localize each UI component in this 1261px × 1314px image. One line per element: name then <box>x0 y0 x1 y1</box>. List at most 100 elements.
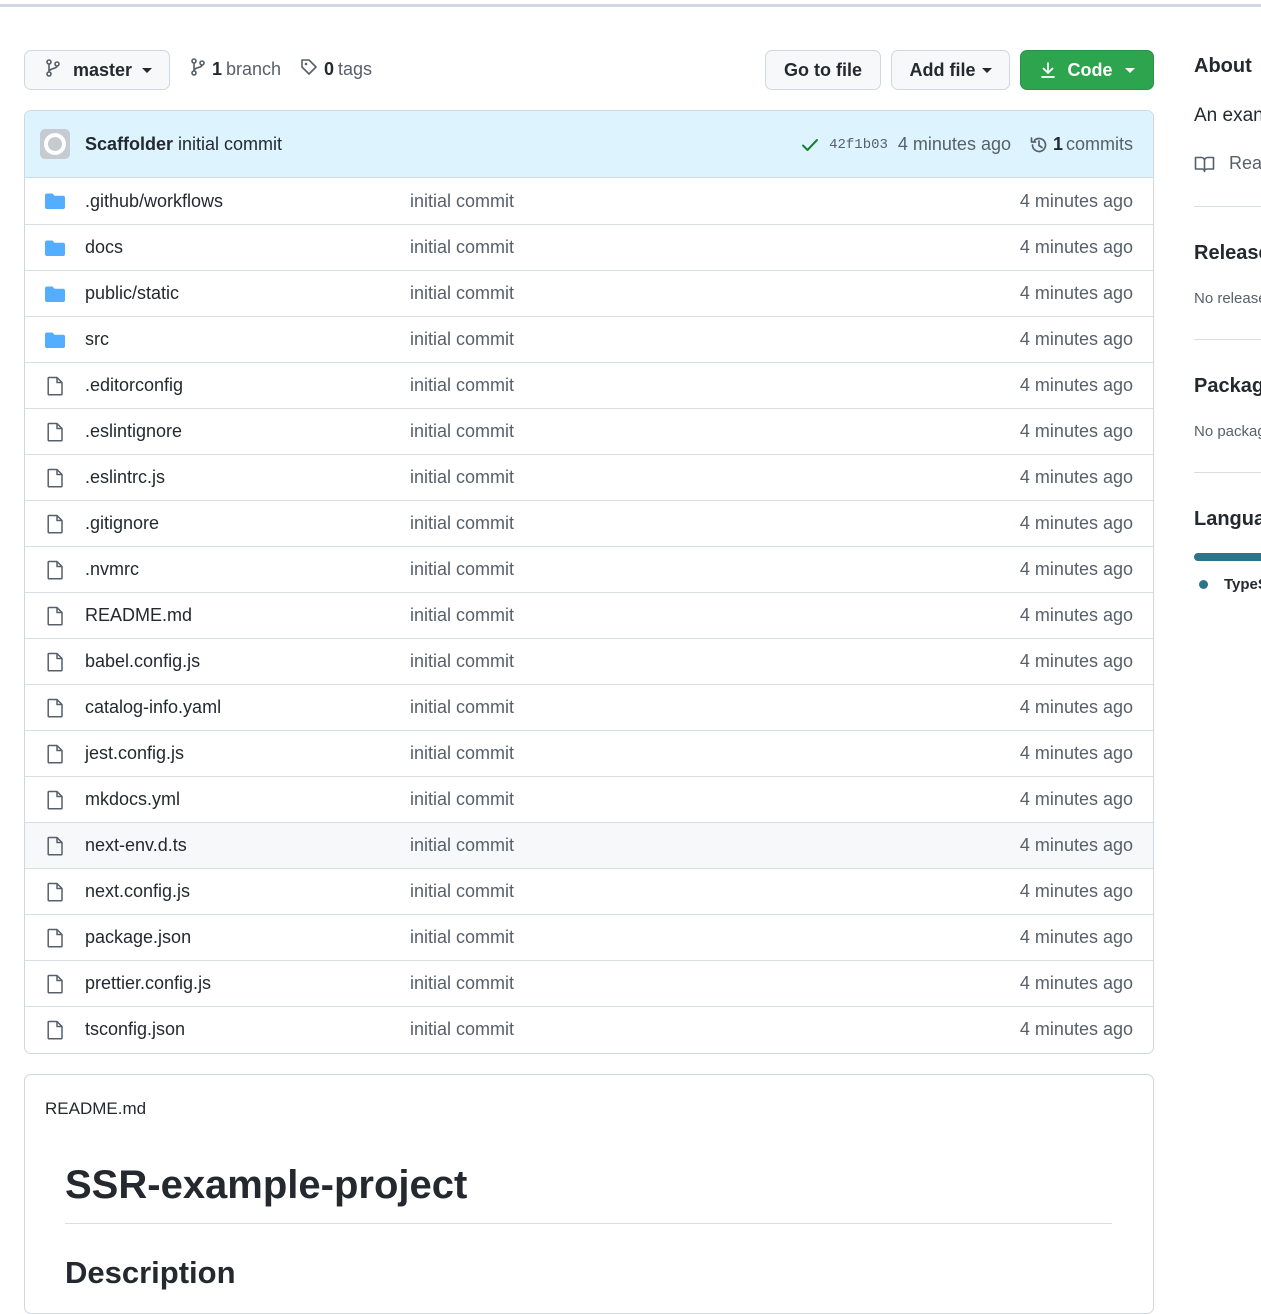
download-icon <box>1040 61 1056 79</box>
file-commit-message[interactable]: initial commit <box>410 559 514 580</box>
file-name[interactable]: public/static <box>85 283 179 304</box>
file-commit-message[interactable]: initial commit <box>410 329 514 350</box>
file-age: 4 minutes ago <box>1019 190 1133 211</box>
commit-message[interactable]: initial commit <box>178 134 282 155</box>
language-name[interactable]: TypeS <box>1224 576 1261 593</box>
file-name[interactable]: .editorconfig <box>85 375 183 396</box>
file-commit-message[interactable]: initial commit <box>410 789 514 810</box>
file-row[interactable]: next-env.d.ts initial commit 4 minutes ago <box>25 822 1153 868</box>
file-commit-message[interactable]: initial commit <box>410 605 514 626</box>
file-icon <box>44 1020 66 1040</box>
file-row[interactable]: .gitignore initial commit 4 minutes ago <box>25 500 1153 546</box>
readme-filename[interactable]: README.md <box>45 1099 146 1119</box>
file-commit-message[interactable]: initial commit <box>410 743 514 764</box>
file-row[interactable]: package.json initial commit 4 minutes ago <box>25 914 1153 960</box>
file-commit-message[interactable]: initial commit <box>410 973 514 994</box>
readme-link[interactable]: Read <box>1194 153 1261 174</box>
file-commit-message[interactable]: initial commit <box>410 651 514 672</box>
file-age: 4 minutes ago <box>1019 513 1133 533</box>
about-title: About <box>1194 55 1252 77</box>
file-commit-message[interactable]: initial commit <box>410 237 514 258</box>
branches-link[interactable]: 1 branch <box>190 58 281 81</box>
file-icon <box>44 652 66 672</box>
code-label: Code <box>1067 59 1113 80</box>
file-commit-message[interactable]: initial commit <box>410 467 514 488</box>
code-button[interactable]: Code <box>1020 50 1154 90</box>
file-commit-message[interactable]: initial commit <box>410 421 514 442</box>
file-row[interactable]: prettier.config.js initial commit 4 minute… <box>25 960 1153 1006</box>
folder-icon <box>44 284 66 304</box>
tag-icon <box>300 58 318 81</box>
packages-title[interactable]: Package <box>1194 375 1261 398</box>
latest-commit-bar: Scaffolder initial commit 42f1b03 4 minu… <box>25 111 1153 178</box>
file-name[interactable]: .github/workflows <box>85 191 223 212</box>
branch-select-button[interactable]: master <box>24 50 170 90</box>
file-row[interactable]: .eslintrc.js initial commit 4 minutes ago <box>25 454 1153 500</box>
book-icon <box>1194 155 1215 173</box>
file-name[interactable]: .gitignore <box>85 513 159 534</box>
file-commit-message[interactable]: initial commit <box>410 375 514 396</box>
file-name[interactable]: src <box>85 329 109 350</box>
file-name[interactable]: README.md <box>85 605 192 626</box>
readme-divider <box>65 1223 1112 1224</box>
file-age: 4 minutes ago <box>1019 329 1133 349</box>
readme-box: README.md SSR-example-project Descriptio… <box>24 1074 1154 1314</box>
file-row[interactable]: .nvmrc initial commit 4 minutes ago <box>25 546 1153 592</box>
file-row[interactable]: jest.config.js initial commit 4 minutes ag… <box>25 730 1153 776</box>
folder-icon <box>44 191 66 211</box>
file-row[interactable]: docs initial commit 4 minutes ago <box>25 224 1153 270</box>
file-table: Scaffolder initial commit 42f1b03 4 minu… <box>24 110 1154 1054</box>
file-icon <box>44 560 66 580</box>
avatar[interactable] <box>40 129 70 159</box>
file-name[interactable]: .eslintrc.js <box>85 467 165 488</box>
add-file-button[interactable]: Add file <box>891 50 1010 90</box>
file-row[interactable]: mkdocs.yml initial commit 4 minutes ago <box>25 776 1153 822</box>
file-age: 4 minutes ago <box>1019 605 1133 625</box>
check-icon[interactable] <box>801 137 819 153</box>
file-icon <box>44 790 66 810</box>
file-commit-message[interactable]: initial commit <box>410 927 514 948</box>
file-row[interactable]: catalog-info.yaml initial commit 4 minutes… <box>25 684 1153 730</box>
sidebar-divider <box>1194 472 1261 473</box>
file-name[interactable]: next-env.d.ts <box>85 835 187 856</box>
file-row[interactable]: next.config.js initial commit 4 minutes ag… <box>25 868 1153 914</box>
file-row[interactable]: .github/workflows initial commit 4 minutes… <box>25 178 1153 224</box>
file-row[interactable]: tsconfig.json initial commit 4 minutes ago <box>25 1006 1153 1052</box>
file-name[interactable]: catalog-info.yaml <box>85 697 221 718</box>
file-commit-message[interactable]: initial commit <box>410 835 514 856</box>
commits-link[interactable]: 1 commits <box>1029 134 1133 155</box>
file-commit-message[interactable]: initial commit <box>410 697 514 718</box>
file-row[interactable]: .eslintignore initial commit 4 minutes ago <box>25 408 1153 454</box>
go-to-file-button[interactable]: Go to file <box>765 50 881 90</box>
file-name[interactable]: prettier.config.js <box>85 973 211 994</box>
file-name[interactable]: docs <box>85 237 123 258</box>
file-commit-message[interactable]: initial commit <box>410 283 514 304</box>
releases-title[interactable]: Release <box>1194 242 1261 265</box>
file-name[interactable]: mkdocs.yml <box>85 789 180 810</box>
file-row[interactable]: babel.config.js initial commit 4 minutes a… <box>25 638 1153 684</box>
file-row[interactable]: .editorconfig initial commit 4 minutes ago <box>25 362 1153 408</box>
file-name[interactable]: package.json <box>85 927 191 948</box>
file-name[interactable]: next.config.js <box>85 881 190 902</box>
file-row[interactable]: README.md initial commit 4 minutes ago <box>25 592 1153 638</box>
file-name[interactable]: .nvmrc <box>85 559 139 580</box>
commit-sha[interactable]: 42f1b03 <box>829 137 888 153</box>
browser-top-border <box>0 4 1261 7</box>
file-row[interactable]: public/static initial commit 4 minutes ago <box>25 270 1153 316</box>
language-bar <box>1194 553 1261 561</box>
file-commit-message[interactable]: initial commit <box>410 1019 514 1040</box>
file-name[interactable]: tsconfig.json <box>85 1019 185 1040</box>
commit-author[interactable]: Scaffolder <box>85 134 173 155</box>
file-icon <box>44 514 66 534</box>
file-commit-message[interactable]: initial commit <box>410 513 514 534</box>
file-name[interactable]: .eslintignore <box>85 421 182 442</box>
file-row[interactable]: src initial commit 4 minutes ago <box>25 316 1153 362</box>
file-name[interactable]: jest.config.js <box>85 743 184 764</box>
packages-text: No packag <box>1194 423 1261 440</box>
tags-link[interactable]: 0 tags <box>300 58 372 81</box>
file-commit-message[interactable]: initial commit <box>410 191 514 212</box>
chevron-down-icon <box>981 67 992 73</box>
file-commit-message[interactable]: initial commit <box>410 881 514 902</box>
add-file-label: Add file <box>909 59 976 80</box>
file-name[interactable]: babel.config.js <box>85 651 200 672</box>
